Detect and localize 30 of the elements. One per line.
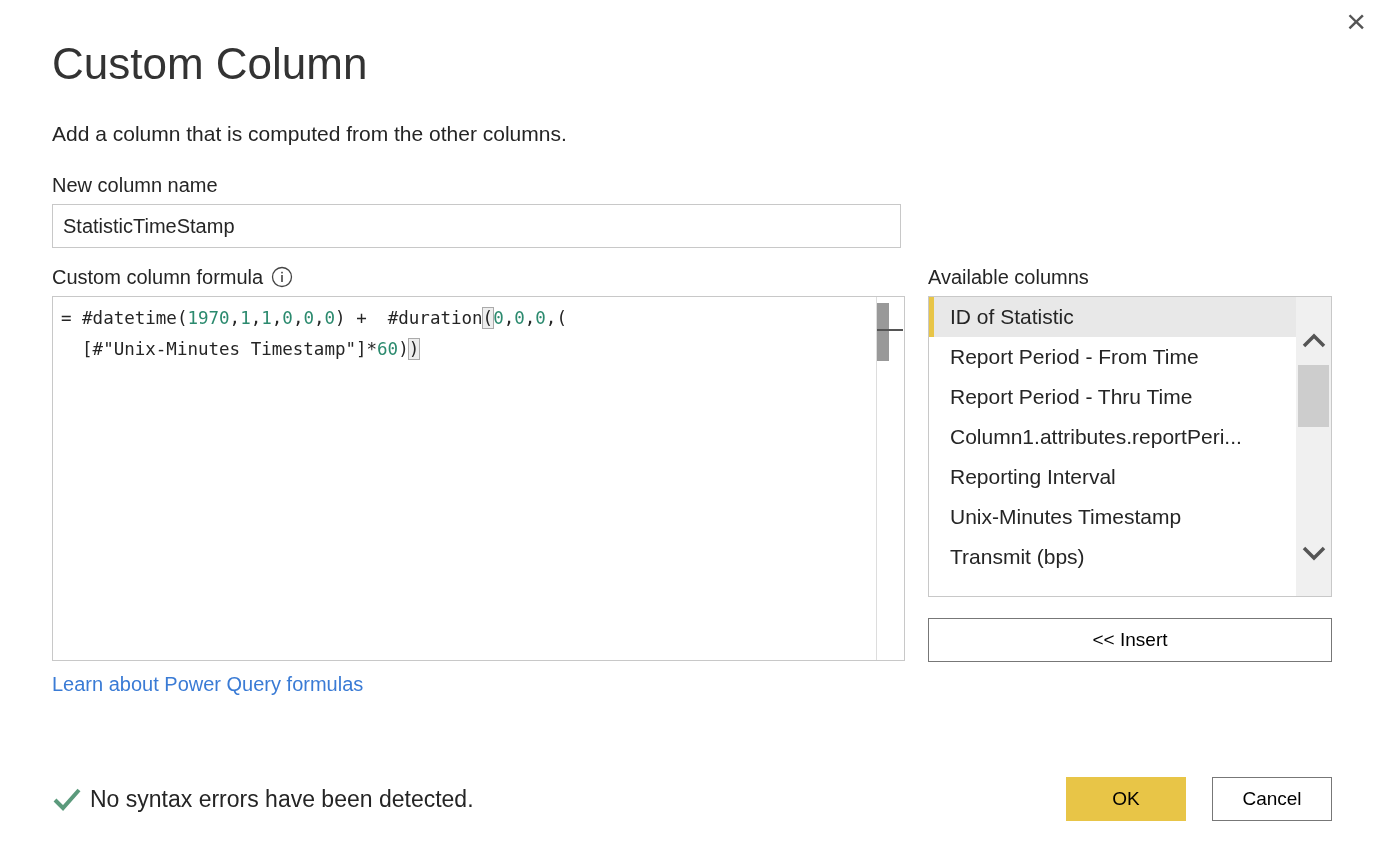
cursor-marker xyxy=(877,329,903,331)
scrollbar-thumb[interactable] xyxy=(1298,365,1329,427)
description-text: Add a column that is computed from the other columns. xyxy=(52,121,568,147)
list-label: Available columns xyxy=(928,265,1090,290)
formula-editor[interactable]: = #datetime(1970,1,1,0,0,0) + #duration(0,0,0,( [#"Unix-Minutes Timestamp"]*60)) xyxy=(52,296,905,661)
scroll-down-icon[interactable] xyxy=(1302,545,1326,561)
info-icon xyxy=(271,266,294,288)
insert-button[interactable]: << Insert xyxy=(928,618,1332,662)
status-message: No syntax errors have been detected. xyxy=(90,784,474,814)
close-button[interactable]: × xyxy=(1340,4,1372,38)
field-label: Custom column formula xyxy=(52,265,264,290)
checkmark-icon xyxy=(52,786,82,812)
list-item[interactable]: Unix-Minutes Timestamp xyxy=(929,497,1296,537)
cancel-button[interactable]: Cancel xyxy=(1212,777,1332,821)
list-item[interactable]: Report Period - Thru Time xyxy=(929,377,1296,417)
code-line: [#"Unix-Minutes Timestamp"]*60)) xyxy=(81,338,421,361)
scrollbar-thumb[interactable] xyxy=(877,303,889,361)
list-item[interactable]: Reporting Interval xyxy=(929,457,1296,497)
field-label: New column name xyxy=(52,173,219,198)
ok-button[interactable]: OK xyxy=(1066,777,1186,821)
list-item[interactable]: Report Period - From Time xyxy=(929,337,1296,377)
scroll-up-icon[interactable] xyxy=(1302,333,1326,349)
help-link[interactable]: Learn about Power Query formulas xyxy=(52,669,364,699)
code-line: = #datetime(1970,1,1,0,0,0) + #duration(0,0,0,( xyxy=(61,307,568,330)
scrollbar[interactable] xyxy=(1296,297,1331,596)
list-item[interactable]: Column1.attributes.reportPeri... xyxy=(929,417,1296,457)
list-item[interactable]: ID of Statistic xyxy=(929,297,1296,337)
list-item[interactable]: Transmit (bps) xyxy=(929,537,1296,577)
name-field[interactable]: StatisticTimeStamp xyxy=(52,204,901,248)
dialog-title: Custom Column xyxy=(52,38,369,90)
